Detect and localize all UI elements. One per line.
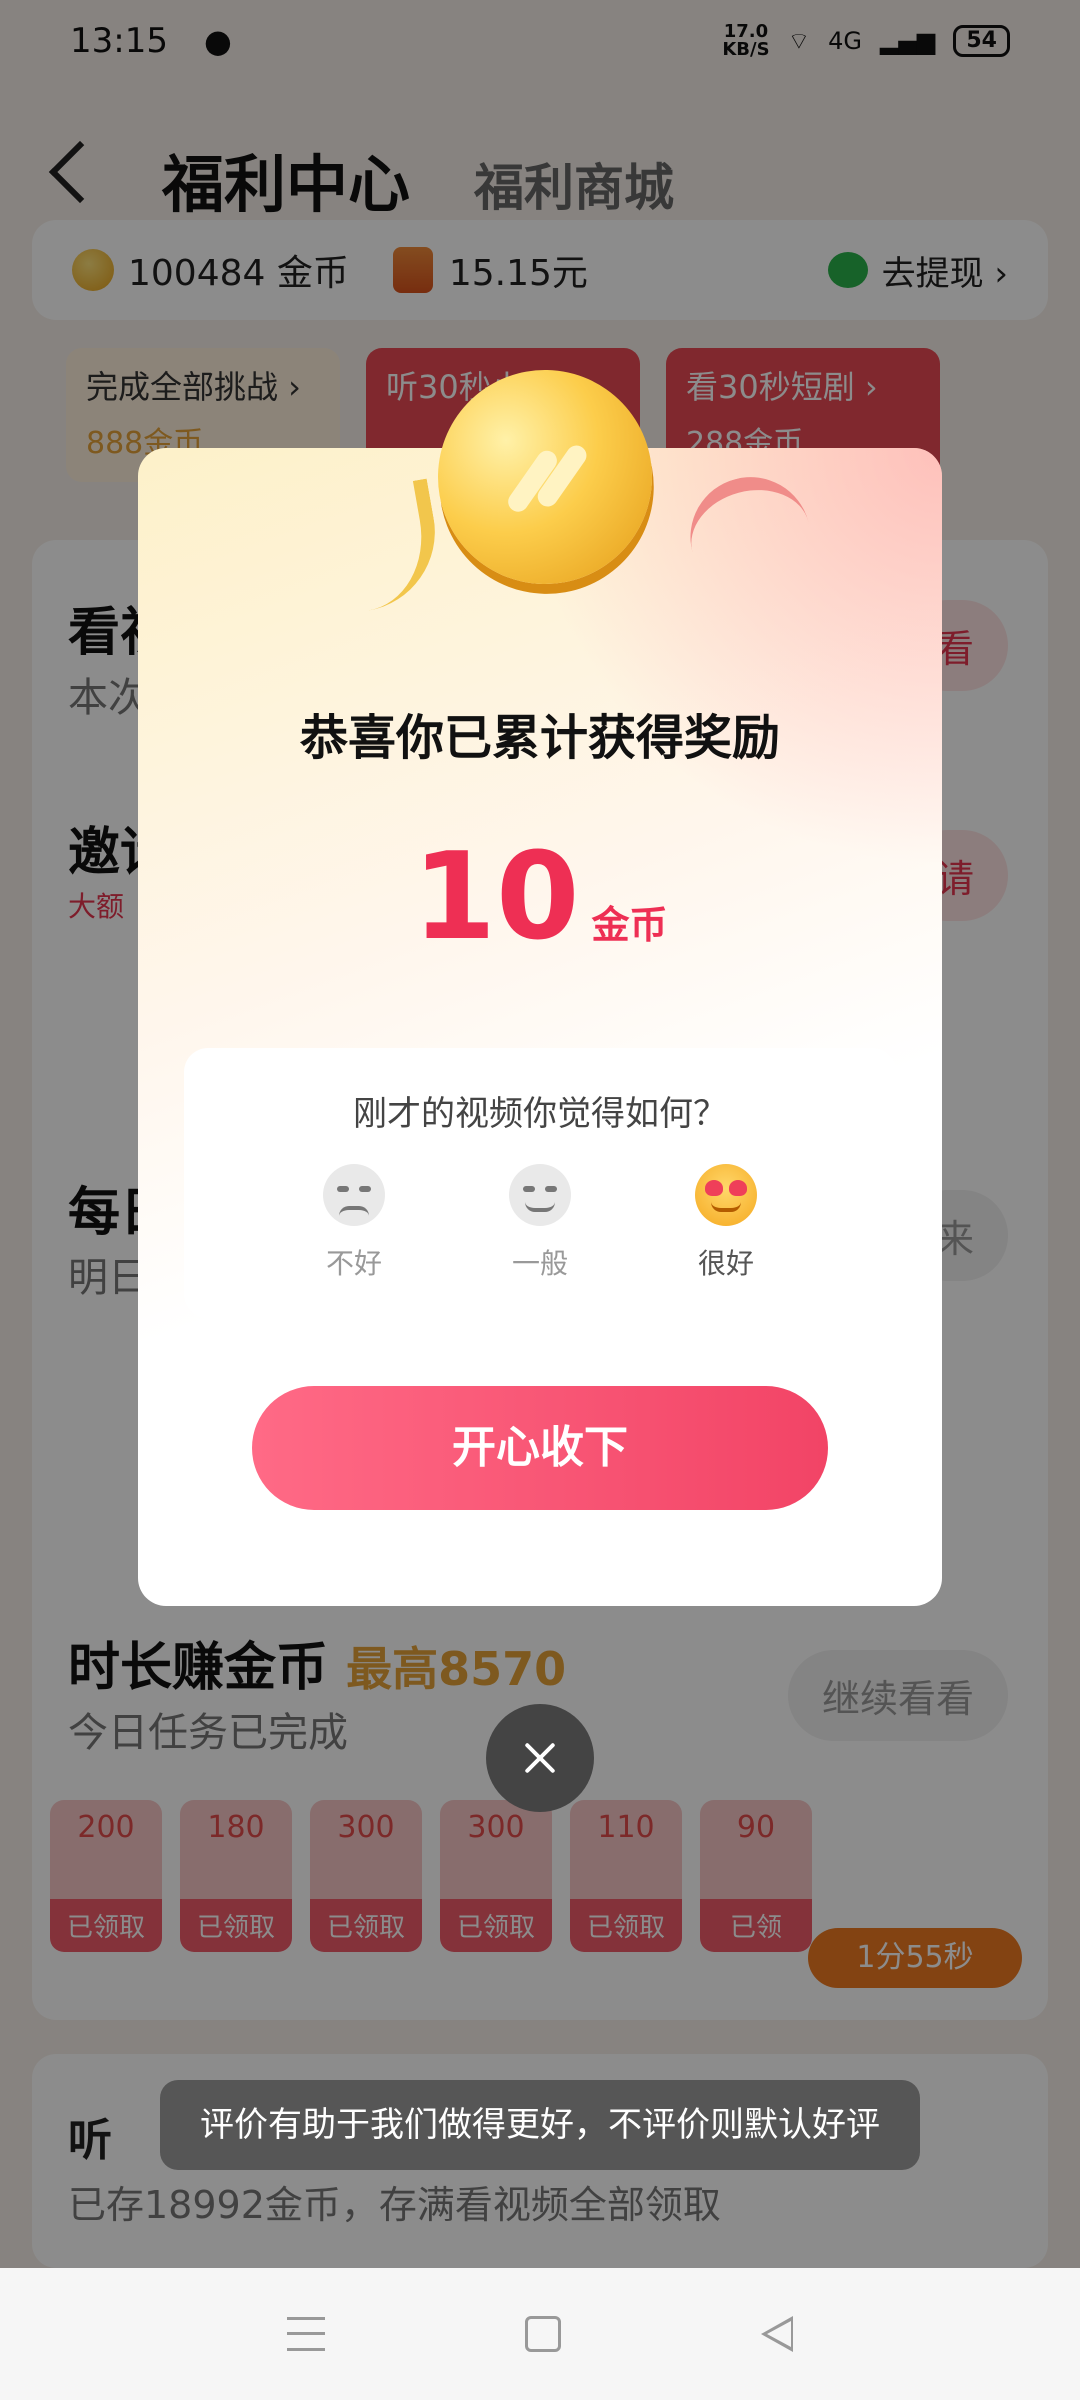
rating-label-good: 很好 [697, 1247, 754, 1280]
rating-option-ok[interactable]: 一般 [505, 1164, 575, 1282]
rating-option-bad[interactable]: 不好 [319, 1164, 389, 1282]
grinning-face-icon [509, 1164, 571, 1226]
home-icon[interactable] [525, 2316, 561, 2352]
system-nav-bar [0, 2268, 1080, 2400]
ribbon-decoration [676, 463, 812, 563]
accept-reward-button[interactable]: 开心收下 [252, 1386, 828, 1510]
ribbon-decoration [308, 478, 448, 618]
reward-amount: 10 [412, 828, 580, 967]
close-icon[interactable] [486, 1704, 594, 1812]
menu-icon[interactable] [287, 2317, 325, 2351]
unamused-face-icon [323, 1164, 385, 1226]
rating-question: 刚才的视频你觉得如何？ [353, 1094, 727, 1134]
rating-option-good[interactable]: 很好 [691, 1164, 761, 1282]
reward-unit: 金币 [591, 903, 668, 947]
toast-message: 评价有助于我们做得更好，不评价则默认好评 [160, 2080, 920, 2170]
rating-label-ok: 一般 [511, 1247, 568, 1280]
rating-label-bad: 不好 [325, 1247, 382, 1280]
back-icon[interactable] [761, 2316, 793, 2352]
heart-eyes-face-icon [695, 1164, 757, 1226]
rating-box: 刚才的视频你觉得如何？ 不好 一般 很好 [184, 1048, 896, 1318]
reward-heading: 恭喜你已累计获得奖励 [299, 710, 780, 766]
reward-modal: 恭喜你已累计获得奖励 10 金币 刚才的视频你觉得如何？ 不好 一般 很好 开心… [138, 353, 942, 1606]
rating-options: 不好 一般 很好 [184, 1164, 896, 1282]
reward-amount-row: 10 金币 [138, 828, 942, 967]
